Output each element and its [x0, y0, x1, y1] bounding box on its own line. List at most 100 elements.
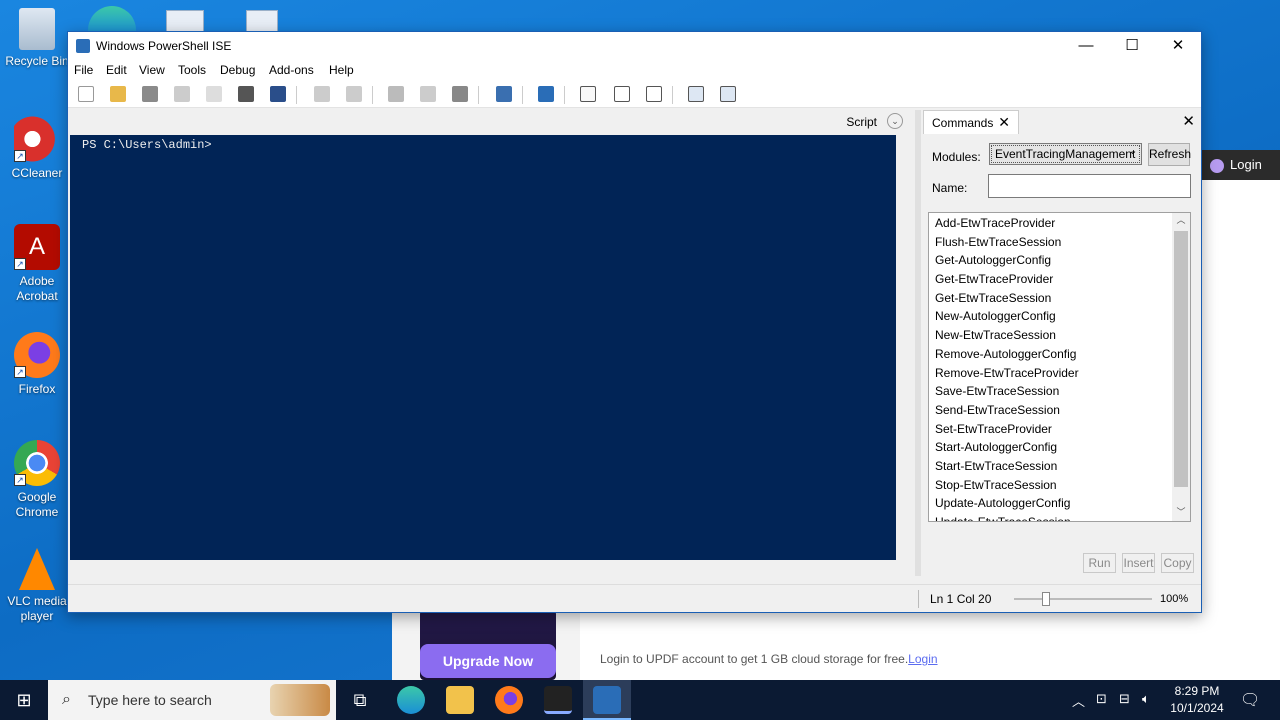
- script-label[interactable]: Script: [846, 115, 877, 129]
- new-icon[interactable]: [78, 86, 94, 102]
- clock[interactable]: 8:29 PM 10/1/2024: [1166, 683, 1228, 717]
- maximize-button[interactable]: ☐: [1109, 32, 1155, 60]
- notification-icon[interactable]: 🗨︎: [1240, 690, 1260, 710]
- menu-help[interactable]: Help: [329, 63, 354, 77]
- save-icon[interactable]: [142, 86, 158, 102]
- command-list-item[interactable]: Start-EtwTraceSession: [929, 457, 1190, 476]
- show-commands-icon[interactable]: [720, 86, 736, 102]
- chevron-down-icon[interactable]: ﹀: [1172, 505, 1190, 521]
- insert-button[interactable]: Insert: [1122, 553, 1155, 573]
- close-button[interactable]: ✕: [1155, 32, 1201, 60]
- powershell-ise-icon: [76, 39, 90, 53]
- command-list: Add-EtwTraceProvider Flush-EtwTraceSessio…: [928, 212, 1191, 522]
- taskbar-powershell-ise[interactable]: [583, 680, 631, 720]
- modules-select[interactable]: EventTracingManagement ⌄: [989, 143, 1142, 165]
- layout-right-icon[interactable]: [614, 86, 630, 102]
- document-desktop-icon-2[interactable]: [246, 10, 278, 32]
- desktop-icon-adobe-acrobat[interactable]: A ↗ Adobe Acrobat: [0, 224, 74, 304]
- undo-icon[interactable]: [314, 86, 330, 102]
- search-box[interactable]: ⌕ Type here to search: [48, 680, 336, 720]
- commands-pane-close-icon[interactable]: ✕: [1182, 112, 1195, 130]
- document-desktop-icon[interactable]: [166, 10, 204, 32]
- console-vertical-scrollbar[interactable]: [896, 135, 914, 560]
- firefox-icon[interactable]: [495, 686, 523, 714]
- copy-icon[interactable]: [206, 86, 222, 102]
- zoom-slider[interactable]: [1014, 592, 1152, 606]
- command-list-item[interactable]: Save-EtwTraceSession: [929, 382, 1190, 401]
- promo-login-link[interactable]: Login: [908, 652, 937, 666]
- command-list-item[interactable]: Get-EtwTraceProvider: [929, 270, 1190, 289]
- run-icon[interactable]: [388, 86, 404, 102]
- remote-icon[interactable]: [496, 86, 512, 102]
- close-icon[interactable]: ✕: [998, 114, 1010, 131]
- command-list-scrollbar[interactable]: ︿ ﹀: [1172, 213, 1190, 521]
- desktop-icon-google-chrome[interactable]: ↗ Google Chrome: [0, 440, 74, 520]
- menu-tools[interactable]: Tools: [178, 63, 206, 77]
- powershell-icon[interactable]: [538, 86, 554, 102]
- command-list-item[interactable]: Remove-EtwTraceProvider: [929, 364, 1190, 383]
- minimize-button[interactable]: —: [1063, 32, 1109, 60]
- console-pane[interactable]: PS C:\Users\admin>: [70, 135, 896, 560]
- title-bar[interactable]: Windows PowerShell ISE — ☐ ✕: [68, 32, 1201, 60]
- clear-icon[interactable]: [270, 86, 286, 102]
- command-list-item[interactable]: New-EtwTraceSession: [929, 326, 1190, 345]
- refresh-button[interactable]: Refresh: [1148, 143, 1191, 166]
- redo-icon[interactable]: [346, 86, 362, 102]
- volume-icon[interactable]: 🔈︎: [1142, 691, 1150, 707]
- command-list-item[interactable]: Stop-EtwTraceSession: [929, 476, 1190, 495]
- command-list-item[interactable]: Start-AutologgerConfig: [929, 438, 1190, 457]
- edge-icon[interactable]: [397, 686, 425, 714]
- paste-icon[interactable]: [238, 86, 254, 102]
- menu-edit[interactable]: Edit: [106, 63, 127, 77]
- command-list-item[interactable]: Remove-AutologgerConfig: [929, 345, 1190, 364]
- command-list-item[interactable]: Get-EtwTraceSession: [929, 289, 1190, 308]
- command-list-item[interactable]: Set-EtwTraceProvider: [929, 420, 1190, 439]
- command-list-item[interactable]: New-AutologgerConfig: [929, 307, 1190, 326]
- command-list-item[interactable]: Update-EtwTraceSession: [929, 513, 1190, 521]
- start-button[interactable]: ⊞: [0, 680, 48, 720]
- task-view-icon[interactable]: ⧉: [346, 686, 374, 714]
- command-list-item[interactable]: Flush-EtwTraceSession: [929, 233, 1190, 252]
- firefox-icon: ↗: [14, 332, 60, 378]
- copy-button[interactable]: Copy: [1161, 553, 1194, 573]
- upgrade-now-button[interactable]: Upgrade Now: [420, 644, 556, 678]
- desktop-icon-label: VLC media player: [7, 594, 67, 623]
- console-horizontal-scrollbar[interactable]: [70, 560, 896, 576]
- network-drive-icon[interactable]: ⊡: [1096, 691, 1107, 707]
- scrollbar-thumb[interactable]: [1174, 231, 1188, 487]
- layout-top-icon[interactable]: [580, 86, 596, 102]
- zoom-slider-knob[interactable]: [1042, 592, 1050, 606]
- file-explorer-icon[interactable]: [446, 686, 474, 714]
- desktop-icon-recycle-bin[interactable]: Recycle Bin: [0, 8, 74, 69]
- run-selection-icon[interactable]: [420, 86, 436, 102]
- chevron-up-icon[interactable]: ︿: [1072, 691, 1085, 710]
- shortcut-arrow-icon: ↗: [14, 474, 26, 486]
- desktop-icon-vlc[interactable]: VLC media player: [0, 548, 74, 624]
- tab-commands[interactable]: Commands ✕: [923, 110, 1019, 134]
- command-list-item[interactable]: Send-EtwTraceSession: [929, 401, 1190, 420]
- media-icon[interactable]: [544, 686, 572, 714]
- chevron-up-icon[interactable]: ︿: [1172, 213, 1190, 229]
- command-list-item[interactable]: Add-EtwTraceProvider: [929, 214, 1190, 233]
- run-button[interactable]: Run: [1083, 553, 1116, 573]
- menu-file[interactable]: File: [74, 63, 93, 77]
- desktop-icon-ccleaner[interactable]: ↗ CCleaner: [0, 116, 74, 181]
- show-script-icon[interactable]: [688, 86, 704, 102]
- desktop-icon-firefox[interactable]: ↗ Firefox: [0, 332, 74, 397]
- name-input[interactable]: [988, 174, 1191, 198]
- chevron-down-icon[interactable]: ⌄: [887, 113, 903, 129]
- status-separator: [918, 590, 919, 608]
- network-icon[interactable]: ⊟: [1119, 691, 1130, 707]
- menu-add-ons[interactable]: Add-ons: [269, 63, 314, 77]
- menu-debug[interactable]: Debug: [220, 63, 255, 77]
- command-list-item[interactable]: Get-AutologgerConfig: [929, 251, 1190, 270]
- cut-icon[interactable]: [174, 86, 190, 102]
- stop-icon[interactable]: [452, 86, 468, 102]
- powershell-ise-window: Windows PowerShell ISE — ☐ ✕ File Edit V…: [67, 31, 1202, 613]
- menu-view[interactable]: View: [139, 63, 165, 77]
- login-button[interactable]: Login: [1202, 150, 1280, 180]
- command-list-item[interactable]: Update-AutologgerConfig: [929, 494, 1190, 513]
- toolbar-separator: [522, 86, 523, 104]
- open-icon[interactable]: [110, 86, 126, 102]
- layout-max-icon[interactable]: [646, 86, 662, 102]
